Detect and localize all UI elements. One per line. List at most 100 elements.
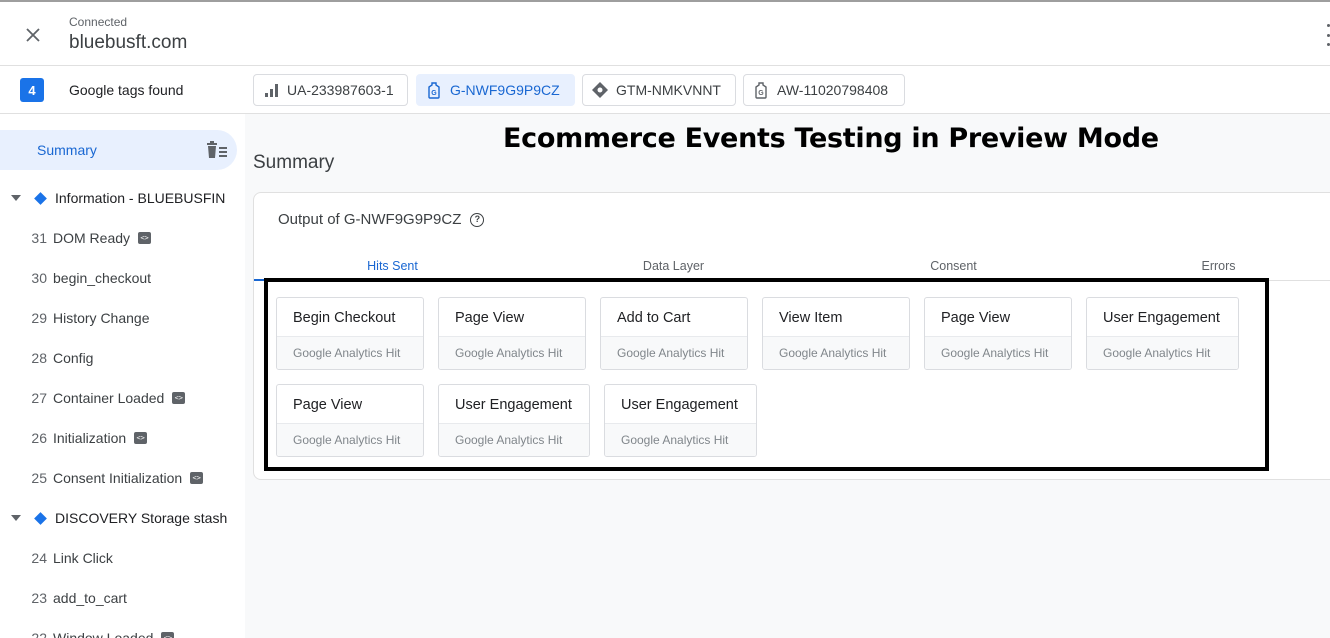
hit-type: Google Analytics Hit bbox=[277, 336, 423, 369]
hit-card[interactable]: Begin Checkout Google Analytics Hit bbox=[276, 297, 424, 370]
event-number: 22 bbox=[31, 630, 47, 638]
output-tabs: Hits Sent Data Layer Consent Errors bbox=[254, 251, 1330, 281]
tag-chip-gtm[interactable]: GTM-NMKVNNT bbox=[582, 74, 736, 106]
event-sidebar: Summary Information - BLUEBUSFIN 31 DOM … bbox=[0, 114, 245, 638]
hit-type: Google Analytics Hit bbox=[763, 336, 909, 369]
page-title: Summary bbox=[253, 152, 335, 173]
hit-type: Google Analytics Hit bbox=[277, 423, 423, 456]
gtm-diamond-icon bbox=[591, 81, 609, 99]
hit-name: User Engagement bbox=[1103, 310, 1220, 326]
connection-status: Connected bbox=[69, 15, 128, 29]
hit-type: Google Analytics Hit bbox=[925, 336, 1071, 369]
event-name: History Change bbox=[53, 310, 150, 326]
event-number: 27 bbox=[31, 390, 47, 406]
tag-chip-label: GTM-NMKVNNT bbox=[616, 82, 721, 98]
sidebar-event-link-click[interactable]: 24 Link Click bbox=[0, 543, 245, 573]
caret-down-icon[interactable] bbox=[11, 515, 21, 521]
sidebar-event-container-loaded[interactable]: 27 Container Loaded <> bbox=[0, 383, 245, 413]
code-icon: <> bbox=[161, 632, 175, 638]
hit-name: Page View bbox=[455, 310, 525, 326]
event-name: begin_checkout bbox=[53, 270, 152, 286]
tag-count-badge: 4 bbox=[20, 78, 44, 102]
hit-card[interactable]: Page View Google Analytics Hit bbox=[276, 384, 424, 457]
event-name: Consent Initialization bbox=[53, 470, 183, 486]
svg-text:G: G bbox=[758, 90, 764, 97]
tags-found-label: Google tags found bbox=[69, 82, 184, 98]
connected-site: bluebusft.com bbox=[69, 32, 188, 53]
overlay-caption: Ecommerce Events Testing in Preview Mode bbox=[503, 123, 1159, 154]
event-number: 30 bbox=[31, 270, 47, 286]
more-menu-icon[interactable] bbox=[1324, 24, 1330, 46]
caret-down-icon[interactable] bbox=[11, 195, 21, 201]
sidebar-group-discovery[interactable]: DISCOVERY Storage stash bbox=[0, 503, 245, 533]
hit-card[interactable]: View Item Google Analytics Hit bbox=[762, 297, 910, 370]
hit-name: Add to Cart bbox=[617, 310, 691, 326]
hit-type: Google Analytics Hit bbox=[439, 336, 585, 369]
tag-chip-aw[interactable]: G AW-11020798408 bbox=[743, 74, 905, 106]
hit-card[interactable]: User Engagement Google Analytics Hit bbox=[1086, 297, 1239, 370]
close-icon bbox=[26, 28, 40, 42]
hit-name: Page View bbox=[293, 397, 363, 413]
google-tag-icon: G bbox=[752, 81, 770, 99]
event-number: 23 bbox=[31, 590, 47, 606]
page-diamond-icon bbox=[34, 511, 47, 525]
hit-name: Page View bbox=[941, 310, 1011, 326]
top-header: Connected bluebusft.com bbox=[0, 0, 1330, 66]
hit-type: Google Analytics Hit bbox=[439, 423, 589, 456]
sidebar-event-add-to-cart[interactable]: 23 add_to_cart bbox=[0, 583, 245, 613]
tag-chip-label: G-NWF9G9P9CZ bbox=[450, 82, 560, 98]
help-icon[interactable]: ? bbox=[470, 212, 485, 227]
sidebar-event-initialization[interactable]: 26 Initialization <> bbox=[0, 423, 245, 453]
sidebar-group-label: Information - BLUEBUSFIN bbox=[55, 190, 226, 206]
hit-card[interactable]: Page View Google Analytics Hit bbox=[438, 297, 586, 370]
hit-card[interactable]: Add to Cart Google Analytics Hit bbox=[600, 297, 748, 370]
tag-assistant-app: Connected bluebusft.com 4 Google tags fo… bbox=[0, 0, 1330, 638]
google-tag-icon: G bbox=[425, 81, 443, 99]
hit-card[interactable]: User Engagement Google Analytics Hit bbox=[604, 384, 757, 457]
tag-chip-label: UA-233987603-1 bbox=[287, 82, 394, 98]
event-name: Link Click bbox=[53, 550, 113, 566]
tag-bar: 4 Google tags found UA-233987603-1 G G-N… bbox=[0, 66, 1330, 114]
event-number: 28 bbox=[31, 350, 47, 366]
event-name: Config bbox=[53, 350, 94, 366]
output-heading: Output of G-NWF9G9P9CZ ? bbox=[278, 211, 485, 228]
tab-hits-sent[interactable]: Hits Sent bbox=[254, 251, 531, 281]
sidebar-item-summary[interactable]: Summary bbox=[0, 130, 237, 170]
event-name: Window Loaded bbox=[53, 630, 154, 638]
event-name: DOM Ready bbox=[53, 230, 131, 246]
tab-data-layer[interactable]: Data Layer bbox=[531, 251, 816, 281]
event-name: add_to_cart bbox=[53, 590, 127, 606]
hit-type: Google Analytics Hit bbox=[601, 336, 747, 369]
code-icon: <> bbox=[138, 232, 152, 244]
clear-messages-icon[interactable] bbox=[206, 141, 228, 159]
analytics-bars-icon bbox=[262, 81, 280, 99]
svg-text:G: G bbox=[431, 90, 437, 97]
close-button[interactable] bbox=[20, 22, 46, 48]
hit-type: Google Analytics Hit bbox=[1087, 336, 1238, 369]
sidebar-event-begin-checkout[interactable]: 30 begin_checkout bbox=[0, 263, 245, 293]
hit-card[interactable]: Page View Google Analytics Hit bbox=[924, 297, 1072, 370]
tag-chip-ga4[interactable]: G G-NWF9G9P9CZ bbox=[416, 74, 575, 106]
page-diamond-icon bbox=[34, 191, 47, 205]
sidebar-group-information[interactable]: Information - BLUEBUSFIN bbox=[0, 183, 245, 213]
hit-name: User Engagement bbox=[621, 397, 738, 413]
output-heading-text: Output of G-NWF9G9P9CZ bbox=[278, 211, 462, 228]
event-number: 31 bbox=[31, 230, 47, 246]
tab-errors[interactable]: Errors bbox=[1091, 251, 1330, 281]
event-name: Container Loaded bbox=[53, 390, 165, 406]
hit-name: Begin Checkout bbox=[293, 310, 396, 326]
event-number: 26 bbox=[31, 430, 47, 446]
sidebar-event-history-change[interactable]: 29 History Change bbox=[0, 303, 245, 333]
tab-consent[interactable]: Consent bbox=[816, 251, 1091, 281]
sidebar-event-window-loaded[interactable]: 22 Window Loaded <> bbox=[0, 623, 245, 638]
event-number: 29 bbox=[31, 310, 47, 326]
event-name: Initialization bbox=[53, 430, 127, 446]
tag-chip-ua[interactable]: UA-233987603-1 bbox=[253, 74, 408, 106]
sidebar-event-consent-initialization[interactable]: 25 Consent Initialization <> bbox=[0, 463, 245, 493]
hit-type: Google Analytics Hit bbox=[605, 423, 756, 456]
sidebar-event-dom-ready[interactable]: 31 DOM Ready <> bbox=[0, 223, 245, 253]
hit-card[interactable]: User Engagement Google Analytics Hit bbox=[438, 384, 590, 457]
code-icon: <> bbox=[172, 392, 186, 404]
sidebar-item-label: Summary bbox=[37, 142, 97, 158]
sidebar-event-config[interactable]: 28 Config bbox=[0, 343, 245, 373]
